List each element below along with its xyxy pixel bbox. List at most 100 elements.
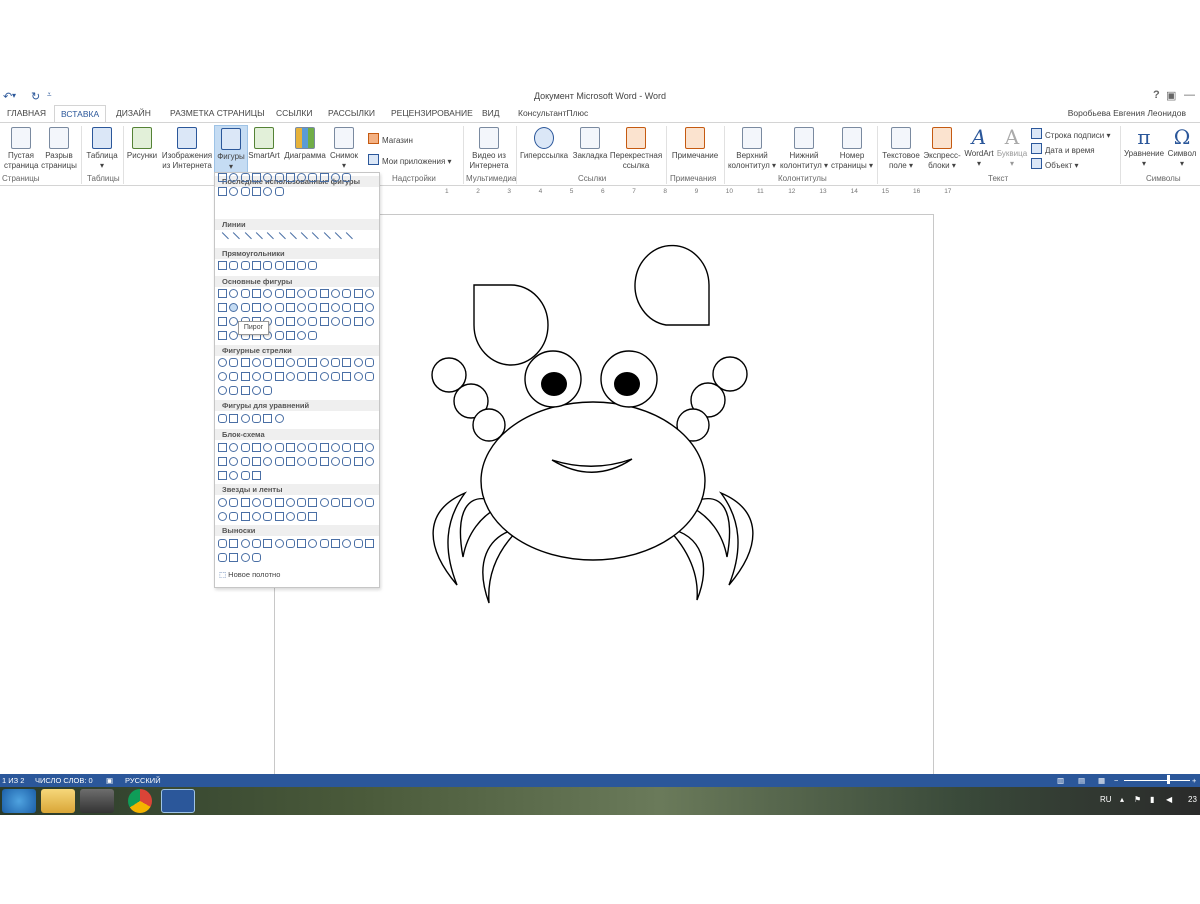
shape-icon[interactable]: [319, 303, 329, 312]
shape-icon[interactable]: [274, 512, 284, 521]
shape-icon[interactable]: [229, 303, 239, 312]
shape-icon[interactable]: [251, 358, 261, 367]
shape-icon[interactable]: [331, 358, 340, 367]
shape-icon[interactable]: [218, 358, 227, 367]
smartart-button[interactable]: SmartArt: [247, 127, 281, 161]
user-name[interactable]: Воробьева Евгения Леонидов: [1068, 108, 1186, 118]
read-mode-icon[interactable]: ▥: [1057, 776, 1064, 785]
shape-icon[interactable]: [218, 553, 227, 562]
signature-line-button[interactable]: Строка подписи ▾: [1031, 128, 1110, 140]
shape-icon[interactable]: [240, 187, 250, 196]
shape-icon[interactable]: [274, 358, 284, 367]
shape-icon[interactable]: [263, 372, 273, 381]
tab-mailings[interactable]: РАССЫЛКИ: [328, 108, 375, 118]
shape-icon[interactable]: [218, 512, 227, 521]
shape-icon[interactable]: [353, 457, 363, 466]
shape-icon[interactable]: [263, 187, 273, 196]
shape-icon[interactable]: [218, 289, 227, 298]
shape-icon[interactable]: [331, 498, 340, 507]
store-button[interactable]: Магазин: [368, 133, 413, 145]
shape-icon[interactable]: [251, 471, 261, 480]
shape-icon[interactable]: [240, 443, 250, 452]
shape-icon[interactable]: [308, 303, 318, 312]
shape-icon[interactable]: [263, 173, 273, 182]
help-icon[interactable]: ?: [1153, 89, 1160, 101]
shape-icon[interactable]: [229, 358, 239, 367]
shape-icon[interactable]: [240, 498, 250, 507]
shape-icon[interactable]: [308, 457, 318, 466]
shape-icon[interactable]: [263, 539, 273, 548]
shape-icon[interactable]: [240, 539, 250, 548]
shape-icon[interactable]: [342, 173, 352, 182]
shape-icon[interactable]: [297, 173, 307, 182]
shape-icon[interactable]: [229, 457, 239, 466]
shape-icon[interactable]: [218, 187, 227, 196]
shape-icon[interactable]: [297, 443, 307, 452]
shape-icon[interactable]: [274, 498, 284, 507]
shape-icon[interactable]: [331, 289, 340, 298]
shape-icon[interactable]: [274, 303, 284, 312]
shape-icon[interactable]: [364, 303, 374, 312]
shape-icon[interactable]: [218, 386, 227, 395]
zoom-in-icon[interactable]: +: [1192, 776, 1196, 785]
shape-icon[interactable]: [331, 317, 340, 326]
shape-icon[interactable]: [285, 303, 295, 312]
shape-icon[interactable]: [319, 317, 329, 326]
shape-icon[interactable]: [342, 289, 352, 298]
shape-icon[interactable]: [240, 386, 250, 395]
shape-icon[interactable]: [308, 289, 318, 298]
tab-consultant[interactable]: КонсультантПлюс: [518, 108, 588, 118]
shape-icon[interactable]: [308, 358, 318, 367]
new-canvas-button[interactable]: ⬚ Новое полотно: [219, 570, 280, 579]
shape-icon[interactable]: [218, 457, 227, 466]
shape-icon[interactable]: [229, 289, 239, 298]
shape-icon[interactable]: [240, 358, 250, 367]
word-taskbar-icon[interactable]: [161, 789, 195, 813]
shape-icon[interactable]: [297, 457, 307, 466]
shape-icon[interactable]: [353, 372, 363, 381]
shape-icon[interactable]: [251, 498, 261, 507]
shape-icon[interactable]: [274, 261, 284, 270]
internet-explorer-icon[interactable]: [2, 789, 36, 813]
shape-icon[interactable]: [263, 414, 273, 423]
shape-icon[interactable]: [319, 498, 329, 507]
shape-icon[interactable]: [285, 358, 295, 367]
shape-icon[interactable]: [251, 553, 261, 562]
shape-icon[interactable]: [218, 317, 227, 326]
shape-icon[interactable]: [263, 443, 273, 452]
my-apps-button[interactable]: Мои приложения ▾: [368, 154, 452, 166]
tab-review[interactable]: РЕЦЕНЗИРОВАНИЕ: [391, 108, 473, 118]
shape-icon[interactable]: [263, 386, 273, 395]
shape-icon[interactable]: [285, 261, 295, 270]
bookmark-button[interactable]: Закладка: [572, 127, 608, 161]
chrome-icon[interactable]: [128, 789, 152, 813]
zoom-slider[interactable]: [1124, 780, 1190, 781]
shape-icon[interactable]: [297, 498, 307, 507]
shape-icon[interactable]: [342, 372, 352, 381]
shape-icon[interactable]: [274, 443, 284, 452]
shape-icon[interactable]: [251, 372, 261, 381]
ribbon-display-icon[interactable]: ▣: [1166, 89, 1176, 102]
language-indicator[interactable]: RU: [1100, 795, 1112, 804]
shape-icon[interactable]: [308, 173, 318, 182]
shape-icon[interactable]: [229, 173, 239, 182]
proofing-icon[interactable]: ▣: [106, 776, 113, 785]
shape-icon[interactable]: [218, 498, 227, 507]
shape-icon[interactable]: [229, 261, 239, 270]
shape-icon[interactable]: [240, 289, 250, 298]
text-box-button[interactable]: Текстовое поле ▾: [880, 127, 922, 171]
pictures-button[interactable]: Рисунки: [125, 127, 159, 161]
shape-icon[interactable]: [263, 289, 273, 298]
shape-icon[interactable]: [319, 358, 329, 367]
shape-icon[interactable]: [319, 372, 329, 381]
shape-icon[interactable]: [263, 498, 273, 507]
shape-icon[interactable]: [274, 187, 284, 196]
shape-icon[interactable]: [364, 317, 374, 326]
shape-icon[interactable]: [251, 539, 261, 548]
tab-view[interactable]: ВИД: [482, 108, 500, 118]
wordart-button[interactable]: A WordArt ▾: [962, 127, 996, 169]
shape-icon[interactable]: [251, 261, 261, 270]
shape-icon[interactable]: [364, 457, 374, 466]
shape-icon[interactable]: [263, 261, 273, 270]
shape-icon[interactable]: [319, 443, 329, 452]
